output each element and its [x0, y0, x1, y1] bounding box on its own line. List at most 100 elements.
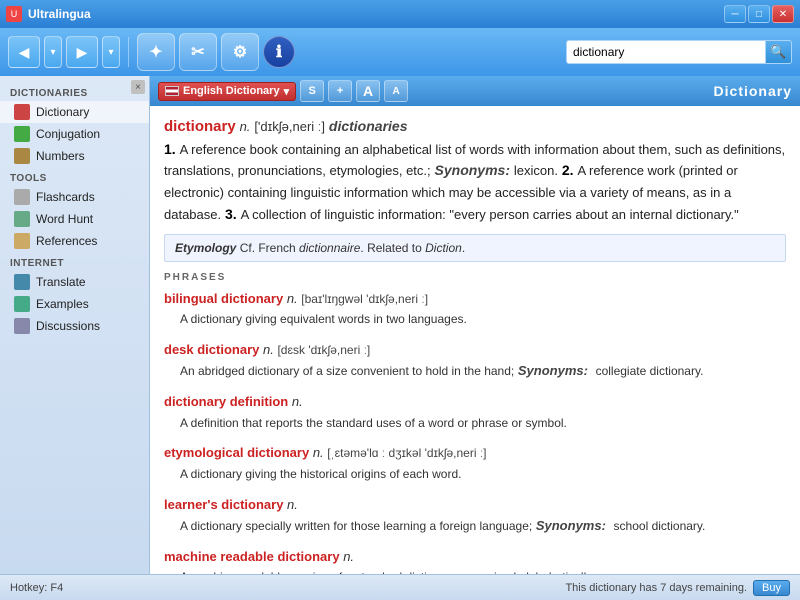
def1-num: 1.: [164, 141, 176, 157]
language-label: English Dictionary: [183, 85, 280, 97]
window-controls: ─ □ ✕: [724, 5, 794, 23]
phrase-syn-label-learners: Synonyms:: [536, 518, 606, 533]
settings-button[interactable]: ⚙: [221, 33, 259, 71]
phrase-pos-bilingual: n.: [287, 291, 298, 306]
sidebar-section-internet: INTERNET: [0, 252, 149, 271]
sidebar-label-translate: Translate: [36, 275, 86, 289]
buy-button[interactable]: Buy: [753, 580, 790, 596]
flag-icon: [165, 86, 179, 96]
sidebar-label-dictionary: Dictionary: [36, 105, 89, 119]
etymology-box: Etymology Cf. French dictionnaire. Relat…: [164, 234, 786, 262]
sidebar-close-button[interactable]: ×: [131, 80, 145, 94]
app-title: Ultralingua: [28, 7, 91, 21]
examples-icon: [14, 296, 30, 312]
etymology-label: Etymology: [175, 241, 236, 255]
info-button[interactable]: ℹ: [263, 36, 295, 68]
phrase-word-desk: desk dictionary: [164, 342, 259, 357]
title-bar: U Ultralingua ─ □ ✕: [0, 0, 800, 28]
phrase-word-bilingual: bilingual dictionary: [164, 291, 283, 306]
phrase-entry-bilingual: bilingual dictionary n. [baɪ'lɪŋgwəl 'dɪ…: [164, 289, 786, 331]
spell-check-button[interactable]: S: [300, 80, 324, 102]
content-toolbar: English Dictionary ▾ S + A A Dictionary: [150, 76, 800, 106]
phrase-pos-etymological: n.: [313, 445, 324, 460]
forward-button[interactable]: ▶: [66, 36, 98, 68]
entry-headword: dictionary: [164, 118, 236, 135]
phrase-pos-learners: n.: [287, 497, 298, 512]
scissors-button[interactable]: ✂: [179, 33, 217, 71]
back-dropdown[interactable]: ▾: [44, 36, 62, 68]
status-message: This dictionary has 7 days remaining.: [565, 582, 747, 594]
sidebar-label-references: References: [36, 234, 97, 248]
sidebar-item-dictionary[interactable]: Dictionary: [0, 101, 149, 123]
phrase-def-definition: A definition that reports the standard u…: [180, 416, 567, 430]
phrase-pron-bilingual: [baɪ'lɪŋgwəl 'dɪkʃə,neri ː]: [301, 292, 428, 306]
font-increase-button[interactable]: A: [356, 80, 380, 102]
phrase-def-bilingual: A dictionary giving equivalent words in …: [180, 312, 467, 326]
sidebar-label-examples: Examples: [36, 297, 89, 311]
phrase-syn-label-desk: Synonyms:: [518, 363, 588, 378]
synonyms-label-1: Synonyms:: [435, 162, 510, 178]
sidebar-item-flashcards[interactable]: Flashcards: [0, 186, 149, 208]
sidebar-item-conjugation[interactable]: Conjugation: [0, 123, 149, 145]
app-icon: U: [6, 6, 22, 22]
toolbar: ◀ ▾ ▶ ▾ ✦ ✂ ⚙ ℹ 🔍: [0, 28, 800, 76]
etymology-text: Cf. French: [240, 241, 296, 255]
sidebar-section-tools: TOOLS: [0, 167, 149, 186]
minimize-button[interactable]: ─: [724, 5, 746, 23]
phrase-pron-etymological: [ˌɛtəmə'lɑ ː dʒɪkəl 'dɪkʃə,neri ː]: [327, 446, 486, 460]
phrase-def-desk: An abridged dictionary of a size conveni…: [180, 364, 514, 378]
phrase-entry-etymological: etymological dictionary n. [ˌɛtəmə'lɑ ː …: [164, 443, 786, 485]
phrase-pos-desk: n.: [263, 342, 274, 357]
back-button[interactable]: ◀: [8, 36, 40, 68]
sidebar-label-discussions: Discussions: [36, 319, 100, 333]
def3-num: 3.: [225, 206, 237, 222]
discussions-icon: [14, 318, 30, 334]
sidebar-item-examples[interactable]: Examples: [0, 293, 149, 315]
sidebar-item-references[interactable]: References: [0, 230, 149, 252]
search-button[interactable]: 🔍: [766, 40, 792, 64]
sidebar-item-discussions[interactable]: Discussions: [0, 315, 149, 337]
language-selector[interactable]: English Dictionary ▾: [158, 82, 296, 101]
toolbar-separator: [128, 37, 129, 67]
sidebar-item-translate[interactable]: Translate: [0, 271, 149, 293]
numbers-icon: [14, 148, 30, 164]
phrase-syn-text-learners: school dictionary.: [614, 519, 706, 533]
phrase-entry-definition: dictionary definition n. A definition th…: [164, 392, 786, 434]
etymology-word: dictionnaire: [299, 241, 360, 255]
search-box: 🔍: [566, 40, 792, 64]
entry-pos: n.: [240, 119, 251, 134]
sidebar-label-wordhunt: Word Hunt: [36, 212, 93, 226]
forward-dropdown[interactable]: ▾: [102, 36, 120, 68]
references-icon: [14, 233, 30, 249]
content-area: English Dictionary ▾ S + A A Dictionary …: [150, 76, 800, 574]
phrase-word-etymological: etymological dictionary: [164, 445, 309, 460]
font-decrease-button[interactable]: A: [384, 80, 408, 102]
main-area: × DICTIONARIES Dictionary Conjugation Nu…: [0, 76, 800, 574]
close-button[interactable]: ✕: [772, 5, 794, 23]
phrase-pos-machine: n.: [343, 549, 354, 564]
phrase-entry-desk: desk dictionary n. [dɛsk 'dɪkʃə,neri ː] …: [164, 340, 786, 382]
etymology-end: .: [462, 241, 465, 255]
main-entry: dictionary n. ['dɪkʃə,neri ː] dictionari…: [164, 116, 786, 226]
wordhunt-icon: [14, 211, 30, 227]
dictionary-icon: [14, 104, 30, 120]
content-section-title: Dictionary: [714, 83, 792, 99]
phrase-syn-text-desk: collegiate dictionary.: [596, 364, 704, 378]
search-input[interactable]: [566, 40, 766, 64]
sidebar-item-wordhunt[interactable]: Word Hunt: [0, 208, 149, 230]
sidebar-section-dictionaries: DICTIONARIES: [0, 82, 149, 101]
def2-num: 2.: [562, 162, 574, 178]
maximize-button[interactable]: □: [748, 5, 770, 23]
dictionary-content[interactable]: dictionary n. ['dɪkʃə,neri ː] dictionari…: [150, 106, 800, 574]
phrase-word-definition: dictionary definition: [164, 394, 288, 409]
phrase-def-machine: A machine-readable version of a standard…: [180, 570, 596, 574]
phrase-entry-machine: machine readable dictionary n. A machine…: [164, 547, 786, 574]
add-button[interactable]: +: [328, 80, 352, 102]
entry-plural: dictionaries: [329, 118, 408, 134]
entry-pronunciation: ['dɪkʃə,neri ː]: [254, 119, 325, 134]
sidebar-item-numbers[interactable]: Numbers: [0, 145, 149, 167]
phrase-pos-definition: n.: [292, 394, 303, 409]
stars-button[interactable]: ✦: [137, 33, 175, 71]
phrases-label: PHRASES: [164, 272, 786, 283]
sidebar-label-flashcards: Flashcards: [36, 190, 95, 204]
